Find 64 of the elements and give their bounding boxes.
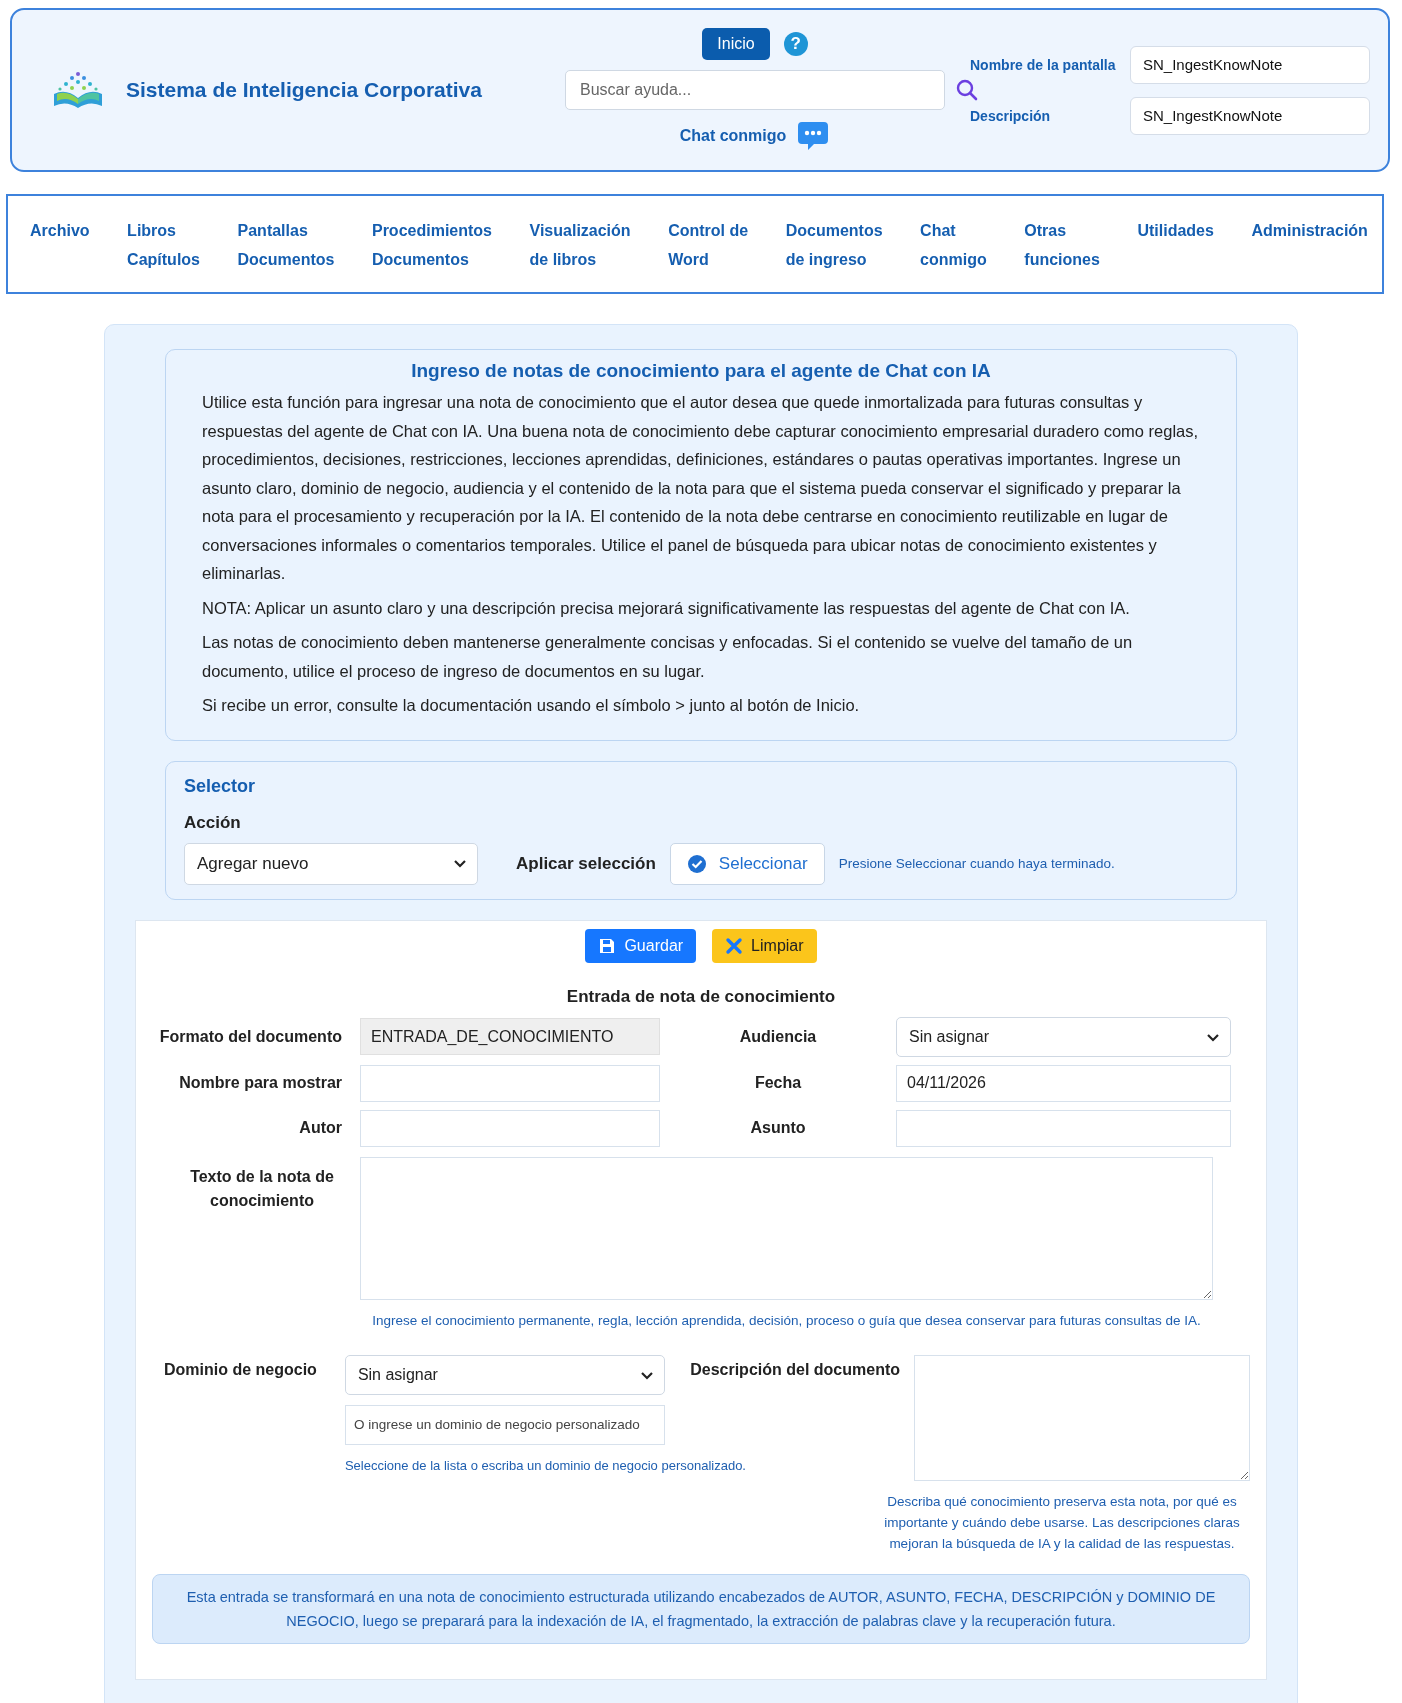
menu-item[interactable]: Control de Word [668, 216, 749, 274]
screen-name-label: Nombre de la pantalla [970, 56, 1117, 73]
menu-item[interactable]: Chat conmigo [920, 216, 987, 274]
info-title: Ingreso de notas de conocimiento para el agente de Chat con IA [410, 360, 992, 382]
custom-domain-field[interactable]: O ingrese un dominio de negocio personalizado [344, 1404, 665, 1445]
help-button[interactable]: ? [783, 32, 808, 56]
description-text-area[interactable] [914, 1354, 1250, 1481]
input-field[interactable] [896, 1109, 1231, 1147]
field-label: Autor [298, 1119, 342, 1137]
description-label: Descripción [970, 107, 1052, 124]
chat-link[interactable]: Chat conmigo [679, 127, 787, 145]
screen-name-field[interactable]: SN_IngestKnowNote [1130, 45, 1370, 84]
input-field[interactable]: 04/11/2026 [896, 1064, 1231, 1102]
x-icon [725, 936, 744, 955]
menu-item[interactable]: Procedimientos Documentos [371, 216, 492, 274]
domain-hint: Seleccione de la lista o escriba un dominio de negocio personalizado. [344, 1456, 746, 1475]
note-hint: Ingrese el conocimiento permanente, regla, lección aprendida, decisión, proceso o guía que desea conservar para futuras consultas de IA. [371, 1311, 1202, 1330]
description-hint: Describa qué conocimiento preserva esta nota, por qué es importante y cuándo debe usarse. Las descripciones claras mejoran la búsqueda de IA y la calidad de las respuestas. [883, 1492, 1241, 1553]
menu-item[interactable]: Administración [1251, 216, 1368, 245]
search-field[interactable]: Buscar ayuda... [565, 70, 945, 110]
field-label: Texto de la nota de conocimiento [189, 1166, 335, 1211]
menu-item[interactable]: Utilidades [1137, 216, 1214, 245]
app-title: Sistema de Inteligencia Corporativa [126, 78, 482, 102]
apply-label: Aplicar selección [516, 853, 656, 874]
check-circle-icon [686, 853, 707, 874]
info-paragraph: Utilice esta función para ingresar una nota de conocimiento que el autor desea que quede inmortalizada para futuras consultas y respuestas del agente de Chat con IA. Una buena nota de conocimiento debe capturar conocimiento empresarial duradero como reglas, procedimientos, decisiones, restricciones, lecciones aprendidas, definiciones, estándares o pautas operativas importantes. Ingrese un asunto claro, dominio de negocio, audiencia y el contenido de la nota para que el sistema pueda conservar el significado y preparar la nota para el procesamiento y recuperación por la IA. El contenido de la nota debe centrarse en conocimiento reutilizable en lugar de conversaciones informales o comentarios temporales. Utilice el panel de búsqueda para ubicar notas de conocimiento existentes y eliminarlas. [202, 392, 1200, 584]
field-label: Formato del documento [158, 1027, 342, 1046]
field-label: Descripción del documento [690, 1359, 900, 1379]
select-field[interactable]: Sin asignar [896, 1016, 1231, 1057]
field-label: Fecha [753, 1074, 803, 1092]
selector-title: Selector [184, 775, 257, 797]
business-domain-dropdown[interactable]: Sin asignar [344, 1354, 665, 1395]
action-label: Acción [184, 812, 242, 833]
clear-button[interactable]: Limpiar [712, 928, 817, 963]
select-button[interactable]: Seleccionar [669, 842, 825, 885]
chat-bubble-icon[interactable] [796, 120, 831, 152]
info-paragraph: Las notas de conocimiento deben mantenerse generalmente concisas y enfocadas. Si el contenido se vuelve del tamaño de un documento, utilice el proceso de ingreso de documentos en su lugar. [202, 632, 1134, 682]
transform-note: Esta entrada se transformará en una nota de conocimiento estructurada utilizando encabezados de AUTOR, ASUNTO, FECHA, DESCRIPCIÓN y DOMINIO DE NEGOCIO, luego se preparará para la indexación de IA, el fragmentado, la extracción de palabras clave y la recuperación futura. [152, 1573, 1250, 1644]
home-button[interactable]: Inicio [702, 28, 770, 60]
info-paragraph: NOTA: Aplicar un asunto claro y una descripción precisa mejorará significativamente las respuestas del agente de Chat con IA. [202, 597, 1131, 619]
select-hint: Presione Seleccionar cuando haya terminado. [838, 856, 1115, 871]
readonly-field[interactable]: ENTRADA_DE_CONOCIMIENTO [360, 1018, 660, 1055]
action-dropdown[interactable]: Agregar nuevo [184, 842, 478, 885]
menu-item[interactable]: Visualización de libros [529, 216, 631, 274]
caret-icon [453, 858, 467, 869]
menu-item[interactable]: Libros Capítulos [127, 216, 200, 274]
form-title: Entrada de nota de conocimiento [565, 986, 837, 1007]
field-label: Asunto [749, 1119, 807, 1137]
note-text-area[interactable] [360, 1156, 1213, 1300]
menu-item[interactable]: Documentos de ingreso [785, 216, 883, 274]
field-label: Audiencia [738, 1027, 818, 1046]
info-paragraph: Si recibe un error, consulte la documentación usando el símbolo > junto al botón de Inicio. [202, 695, 861, 716]
menu-item[interactable]: Otras funciones [1024, 216, 1100, 274]
menu-item[interactable]: Archivo [30, 216, 90, 245]
field-label: Dominio de negocio [164, 1359, 317, 1379]
menu-item[interactable]: Pantallas Documentos [237, 216, 335, 274]
caret-icon [639, 1370, 654, 1381]
save-button[interactable]: Guardar [585, 928, 697, 963]
caret-icon [1206, 1032, 1220, 1043]
input-field[interactable] [360, 1064, 660, 1102]
search-icon[interactable] [955, 78, 979, 102]
description-field[interactable]: SN_IngestKnowNote [1130, 96, 1370, 135]
input-field[interactable] [360, 1109, 660, 1147]
field-label: Nombre para mostrar [178, 1074, 342, 1092]
